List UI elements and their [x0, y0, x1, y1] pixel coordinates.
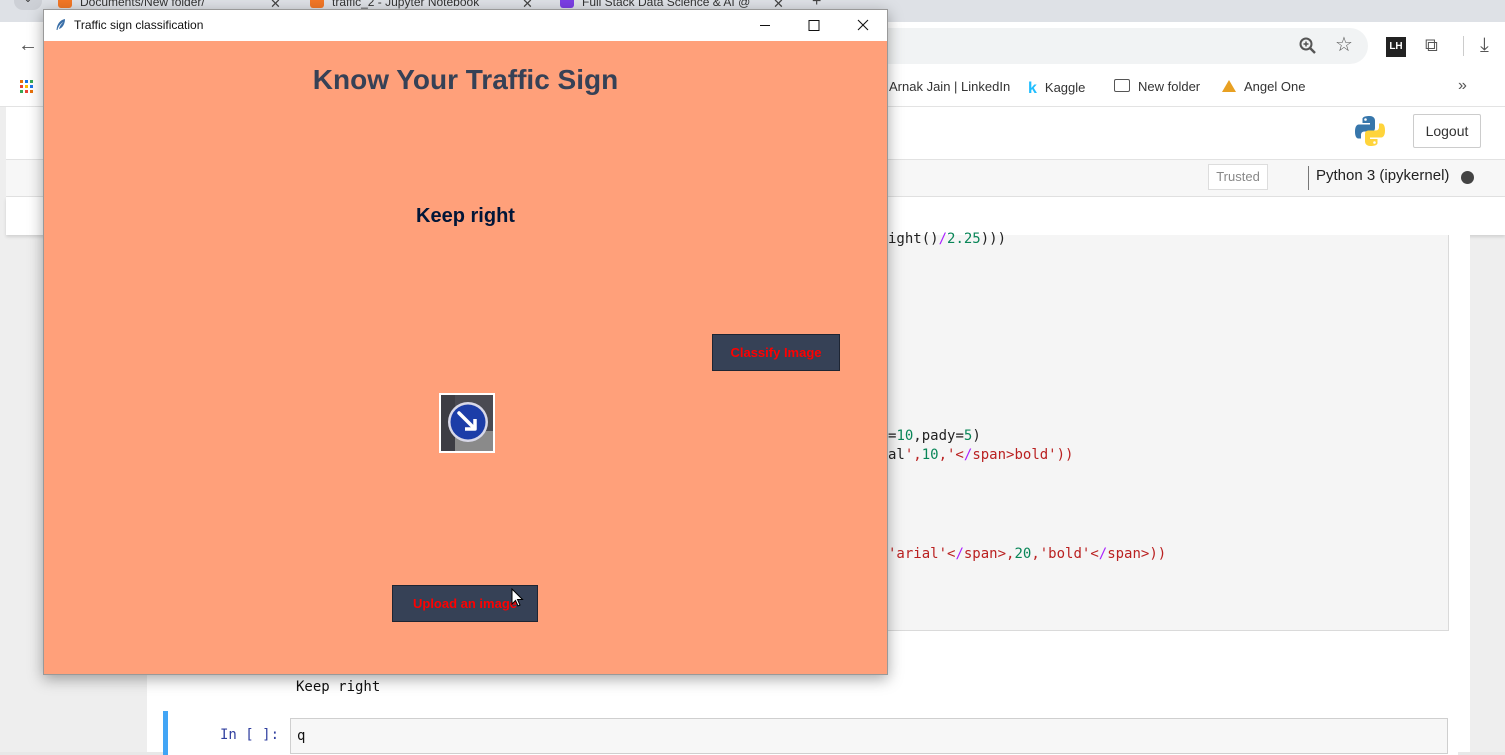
maximize-icon[interactable] [790, 10, 838, 41]
cell-output: Keep right [296, 679, 381, 695]
code-line: al',10,'</span>bold')) [888, 447, 1074, 463]
zoom-icon[interactable] [1298, 36, 1318, 56]
traffic-sign-image [439, 393, 495, 453]
puzzle-icon[interactable]: ⧉ [1425, 35, 1438, 56]
bookmark-new-folder[interactable]: New folder [1114, 79, 1200, 94]
tab-search-button[interactable]: ⌄ [14, 0, 42, 10]
cell-input-text: q [297, 728, 306, 744]
logout-button[interactable]: Logout [1413, 114, 1481, 148]
keep-right-sign-icon [441, 395, 493, 451]
code-line: =10,pady=5) [888, 428, 981, 444]
code-line: ight()/2.25))) [888, 231, 1007, 247]
lh-extension-icon[interactable]: LH [1386, 37, 1406, 57]
back-arrow-icon[interactable]: ← [18, 34, 38, 57]
kernel-divider [1308, 166, 1309, 190]
close-icon[interactable] [839, 10, 887, 41]
app-heading: Know Your Traffic Sign [312, 64, 619, 95]
classification-result: Keep right [416, 205, 515, 227]
classify-image-button[interactable]: Classify Image [712, 334, 840, 371]
kaggle-icon: k [1028, 80, 1037, 97]
input-prompt: In [ ]: [220, 727, 280, 743]
angel-one-icon [1222, 80, 1236, 92]
kernel-name[interactable]: Python 3 (ipykernel) [1316, 167, 1449, 184]
window-title: Traffic sign classification [74, 18, 204, 32]
code-line: 'arial'</span>,20,'bold'</span>)) [888, 546, 1167, 562]
download-icon[interactable]: ⤓ [1480, 34, 1489, 57]
star-icon[interactable]: ☆ [1335, 32, 1353, 57]
course-tab-icon [560, 0, 574, 8]
python-logo-icon [1355, 116, 1385, 146]
toolbar-divider [1463, 36, 1464, 56]
minimize-icon[interactable] [741, 10, 789, 41]
apps-grid-icon[interactable] [20, 80, 34, 94]
bookmark-linkedin[interactable]: Arnak Jain | LinkedIn [889, 79, 1010, 94]
cell-input[interactable]: q [290, 718, 1448, 754]
feather-icon [56, 19, 65, 30]
folder-icon [1114, 79, 1130, 92]
address-bar[interactable]: ☆ [880, 28, 1368, 64]
window-titlebar[interactable]: Traffic sign classification [44, 10, 887, 41]
trusted-badge[interactable]: Trusted [1208, 164, 1268, 190]
mouse-cursor-icon [511, 588, 524, 607]
bookmark-kaggle[interactable]: k Kaggle [1028, 79, 1085, 97]
tk-app-window: Traffic sign classification Know Your Tr… [43, 9, 888, 675]
jupyter-tab-icon [58, 0, 72, 8]
chevron-more-icon[interactable]: » [1458, 77, 1467, 95]
jupyter-tab-icon [310, 0, 324, 8]
bookmark-angel-one[interactable]: Angel One [1222, 79, 1305, 94]
kernel-status-icon [1461, 171, 1474, 184]
